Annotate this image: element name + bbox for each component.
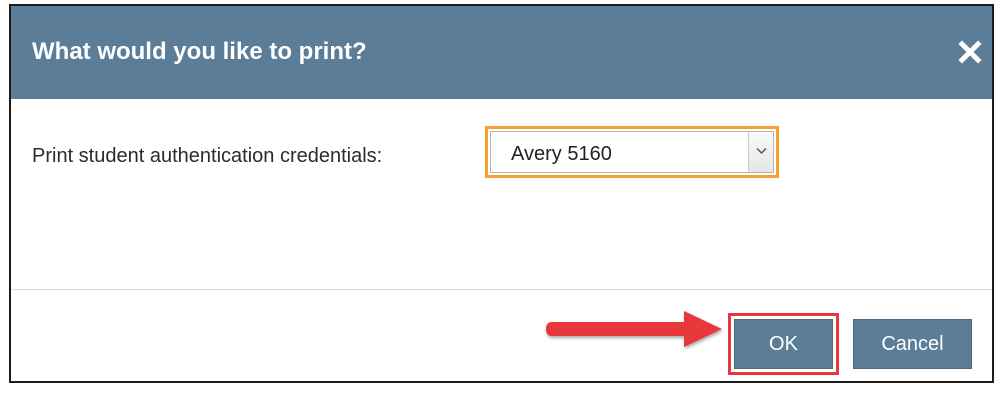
print-format-select[interactable]: Avery 5160 xyxy=(490,131,774,173)
ok-button[interactable]: OK xyxy=(734,319,833,369)
chevron-down-icon xyxy=(756,147,767,155)
cancel-button[interactable]: Cancel xyxy=(853,319,972,369)
dialog-header: What would you like to print? xyxy=(11,6,992,99)
close-button[interactable] xyxy=(957,38,983,66)
dialog-body: Print student authentication credentials… xyxy=(11,99,992,289)
arrow-right-icon xyxy=(546,311,722,347)
dialog-title: What would you like to print? xyxy=(32,38,367,65)
print-credentials-label: Print student authentication credentials… xyxy=(32,145,383,167)
print-format-select-focus: Avery 5160 xyxy=(485,126,779,178)
print-dialog: What would you like to print? Print stud… xyxy=(9,4,994,383)
dialog-footer: OK Cancel xyxy=(11,290,992,381)
select-value: Avery 5160 xyxy=(511,143,612,165)
close-icon xyxy=(958,40,982,64)
select-dropdown-button[interactable] xyxy=(748,132,773,172)
